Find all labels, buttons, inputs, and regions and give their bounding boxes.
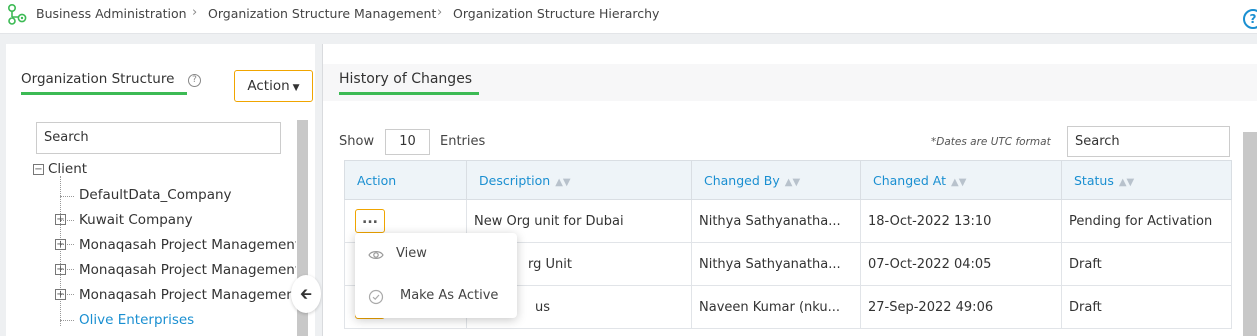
status-cell: Draft (1069, 257, 1102, 272)
status-cell: Draft (1069, 300, 1102, 315)
column-header-status[interactable]: Status ▲▼ (1062, 161, 1233, 201)
check-circle-icon (368, 289, 384, 305)
row-menu-button[interactable]: ... (355, 209, 385, 233)
collapse-toggle-icon[interactable]: − (33, 164, 44, 175)
changed-by-cell: Nithya Sathyanatha... (692, 243, 861, 286)
table-header: Action Description ▲▼ Changed By ▲▼ Change… (344, 160, 1233, 201)
changed-by-cell: Nithya Sathyanatha... (692, 200, 861, 243)
org-structure-panel: Organization Structure ? Action ▼ Search … (6, 44, 315, 336)
tree-node[interactable]: Kuwait Company (79, 212, 294, 228)
action-dropdown-button[interactable]: Action ▼ (234, 70, 313, 102)
sort-icon[interactable]: ▲▼ (555, 177, 570, 188)
changed-at-cell: 07-Oct-2022 04:05 (861, 243, 1062, 286)
expand-toggle-icon[interactable]: + (55, 214, 66, 225)
breadcrumb-business-administration[interactable]: Business Administration (36, 6, 187, 21)
breadcrumb-separator-icon: › (437, 5, 443, 20)
org-structure-title: Organization Structure (21, 71, 175, 87)
tree-node-selected[interactable]: Olive Enterprises (79, 312, 294, 328)
sort-icon[interactable]: ▲▼ (1119, 177, 1134, 188)
breadcrumb-separator-icon: › (192, 5, 198, 20)
tree-node[interactable]: Monaqasah Project Management (79, 237, 296, 253)
column-header-changed-by[interactable]: Changed By ▲▼ (692, 161, 861, 201)
tree-node-client[interactable]: Client (48, 161, 87, 177)
changed-at-cell: 27-Sep-2022 49:06 (861, 286, 1062, 329)
tree-node[interactable]: Monaqasah Project Management (79, 262, 296, 278)
breadcrumb-org-structure-management[interactable]: Organization Structure Management (208, 6, 436, 21)
expand-toggle-icon[interactable]: + (55, 264, 66, 275)
history-tab-underline (339, 92, 479, 95)
show-label: Show (339, 134, 375, 149)
status-cell: Pending for Activation (1069, 214, 1213, 229)
collapse-panel-button[interactable]: 🡰 (291, 275, 321, 313)
tree-node[interactable]: DefaultData_Company (79, 187, 294, 203)
entries-count-input[interactable]: 10 (385, 129, 430, 155)
column-header-action: Action (345, 161, 467, 201)
eye-icon (368, 251, 384, 259)
tree-connector (60, 196, 74, 197)
column-header-description[interactable]: Description ▲▼ (467, 161, 692, 201)
tree-node[interactable]: Monaqasah Project Management (79, 287, 296, 303)
row-action-menu: View Make As Active (355, 233, 517, 318)
tree-connector (60, 320, 74, 321)
tree-search-input[interactable]: Search (36, 122, 281, 154)
sort-icon[interactable]: ▲▼ (785, 177, 800, 188)
org-structure-app-icon (7, 3, 27, 25)
tree-connector (60, 176, 61, 326)
caret-down-icon: ▼ (292, 83, 300, 93)
menu-item-make-active[interactable]: Make As Active (355, 279, 517, 315)
expand-toggle-icon[interactable]: + (55, 239, 66, 250)
arrow-left-icon: 🡰 (299, 285, 313, 303)
history-scrollbar[interactable] (1243, 132, 1257, 336)
action-button-label: Action (247, 78, 290, 94)
menu-item-view[interactable]: View (355, 237, 517, 273)
history-search-input[interactable]: Search (1067, 126, 1230, 157)
changed-by-cell: Naveen Kumar (nku... (692, 286, 861, 329)
history-title[interactable]: History of Changes (339, 71, 472, 87)
help-icon[interactable]: ? (1243, 9, 1257, 29)
org-structure-help-icon[interactable]: ? (188, 74, 201, 87)
sort-icon[interactable]: ▲▼ (951, 177, 966, 188)
entries-label: Entries (440, 134, 486, 149)
org-structure-tab-underline (21, 92, 187, 95)
changed-at-cell: 18-Oct-2022 13:10 (861, 200, 1062, 243)
breadcrumb-org-structure-hierarchy: Organization Structure Hierarchy (453, 6, 660, 21)
top-bar: Business Administration › Organization S… (0, 0, 1257, 34)
column-header-changed-at[interactable]: Changed At ▲▼ (861, 161, 1062, 201)
expand-toggle-icon[interactable]: + (55, 289, 66, 300)
utc-format-note: *Dates are UTC format (931, 136, 1051, 148)
menu-item-label: Make As Active (400, 288, 499, 303)
menu-item-label: View (396, 246, 427, 261)
